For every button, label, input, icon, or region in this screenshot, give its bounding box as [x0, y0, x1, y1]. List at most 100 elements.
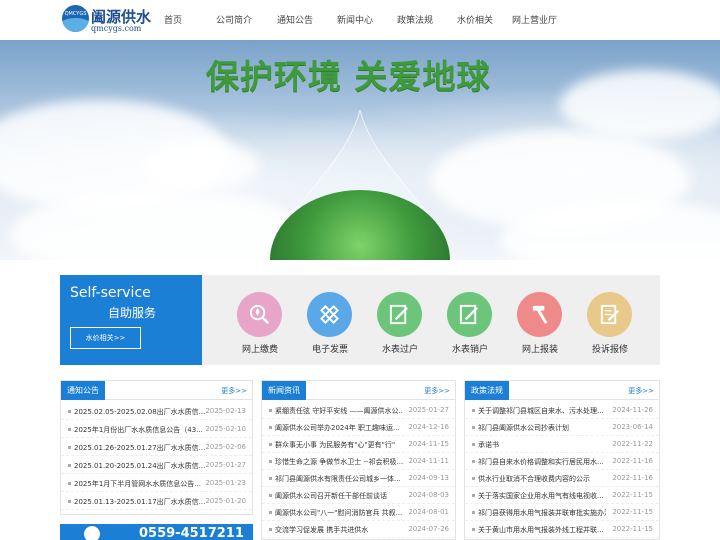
notice-more-link[interactable]: 更多>> [221, 386, 247, 396]
list-item-date: 2025-01-23 [205, 479, 246, 487]
list-item-date: 2024-12-16 [408, 423, 449, 431]
notice-panel: 通知公告 更多>> 2025.02.05-2025.02.08出厂水水质信...… [60, 380, 253, 515]
service-label: 水表过户 [381, 345, 418, 355]
list-item-title[interactable]: 阖源供水公司"八一"慰问消防官兵 共叙... [275, 508, 403, 518]
list-item-title[interactable]: 2025.01.26-2025.01.27出厂水水质信... [74, 443, 209, 453]
notice-panel-title: 通知公告 [61, 381, 105, 400]
list-item-title[interactable]: 祁门县阖源供水公司抄表计划 [478, 423, 606, 433]
list-item[interactable]: 珍惜生命之源 争做节水卫士 --祁会积极... 2024-11-11 [262, 453, 455, 470]
service-online-install[interactable]: 网上报装 [505, 292, 575, 362]
list-item-title[interactable]: 阖源供水公司举办2024年 职工趣味运... [275, 423, 403, 433]
list-item-title[interactable]: 珍惜生命之源 争做节水卫士 --祁会积极... [275, 457, 403, 467]
service-label: 水表销户 [451, 345, 488, 355]
list-item-title[interactable]: 群众事无小事 为民服务有"心"更有"行" [275, 440, 403, 450]
list-item[interactable]: 2025年1月下半月管网水水质信息公告... 2025-01-23 [61, 475, 252, 492]
list-item-date: 2025-02-06 [205, 443, 246, 451]
list-item-date: 2022-11-15 [612, 525, 653, 533]
list-item-title[interactable]: 2025.02.05-2025.02.08出厂水水质信... [74, 407, 209, 417]
list-item-title[interactable]: 祁门县自来水价格调整和实行居民用水... [478, 457, 606, 467]
water-logo-icon: QMCYGS [62, 5, 89, 32]
hotline-number: 0559-4517211 [139, 526, 244, 540]
self-service-title-cn: 自助服务 [108, 306, 157, 320]
search-drop-icon [237, 292, 282, 337]
list-item[interactable]: 关于落实国家企业用水用气有线电视收... 2022-11-15 [465, 487, 659, 504]
list-item-date: 2025-02-10 [205, 425, 246, 433]
list-item-title[interactable]: 供水行业取消不合理收费内容的公示 [478, 474, 606, 484]
self-service-header: Self-service 自助服务 水价相关>> [60, 275, 202, 365]
self-service-section: Self-service 自助服务 水价相关>> 网上缴费 电子发票 水表过户 … [60, 275, 660, 365]
list-item-title[interactable]: 阖源供水公司召开新任干部任前谈话 [275, 491, 403, 501]
hero-banner: 保护环境 关爱地球 [0, 40, 720, 260]
list-item-date: 2023-06-14 [612, 423, 653, 431]
list-item-title[interactable]: 关于黄山市用水用气报装外线工程并联... [478, 525, 606, 535]
service-complaint-repair[interactable]: 投诉报修 [575, 292, 645, 362]
list-item-title[interactable]: 2025.01.13-2025.01.17出厂水水质信... [74, 497, 209, 507]
list-item[interactable]: 交流学习促发展 携手共进供水 2024-07-26 [262, 521, 455, 538]
policy-panel: 政策法规 更多>> 关于调整祁门县城区自来水、污水处理... 2024-11-26… [464, 380, 660, 540]
list-item[interactable]: 阖源供水公司"八一"慰问消防官兵 共叙... 2024-08-01 [262, 504, 455, 521]
list-item-title[interactable]: 关于调整祁门县城区自来水、污水处理... [478, 406, 606, 416]
nav-about[interactable]: 公司简介 [216, 13, 252, 26]
list-item-date: 2025-01-20 [205, 497, 246, 505]
list-item[interactable]: 2025.01.13-2025.01.17出厂水水质信... 2025-01-20 [61, 493, 252, 510]
site-logo[interactable]: QMCYGS 阖源供水 qmcygs.com [62, 4, 152, 36]
document-edit-icon [447, 292, 492, 337]
list-item[interactable]: 2025年1月份出厂水水质信息公告（43... 2025-02-10 [61, 421, 252, 438]
policy-panel-title: 政策法规 [465, 381, 509, 400]
service-label: 投诉报修 [591, 345, 628, 355]
list-item-date: 2024-11-26 [612, 406, 653, 414]
list-item[interactable]: 2025.02.05-2025.02.08出厂水水质信... 2025-02-13 [61, 403, 252, 420]
service-meter-transfer[interactable]: 水表过户 [365, 292, 435, 362]
list-item[interactable]: 供水行业取消不合理收费内容的公示 2022-11-16 [465, 470, 659, 487]
list-item-title[interactable]: 2025年1月下半月管网水水质信息公告... [74, 479, 209, 489]
list-item-title[interactable]: 承诺书 [478, 440, 606, 450]
list-item[interactable]: 关于调整祁门县城区自来水、污水处理... 2024-11-26 [465, 402, 659, 419]
list-item[interactable]: 祁门县阖源供水有限责任公司城乡一体... 2024-09-13 [262, 470, 455, 487]
service-label: 网上缴费 [241, 345, 278, 355]
policy-more-link[interactable]: 更多>> [628, 386, 654, 396]
list-item-title[interactable]: 祁门县阖源供水有限责任公司城乡一体... [275, 474, 403, 484]
list-item[interactable]: 祁门县阖源供水公司抄表计划 2023-06-14 [465, 419, 659, 436]
nav-policy[interactable]: 政策法规 [397, 13, 433, 26]
list-item-date: 2024-08-01 [408, 508, 449, 516]
news-more-link[interactable]: 更多>> [424, 386, 450, 396]
service-hotline[interactable]: 0559-4517211 [60, 524, 253, 540]
document-edit-icon [377, 292, 422, 337]
list-item-title[interactable]: 祁门县获得用水用气报装并联审批实施办法 [478, 508, 606, 518]
service-e-invoice[interactable]: 电子发票 [295, 292, 365, 362]
list-item[interactable]: 祁门县自来水价格调整和实行居民用水... 2022-11-16 [465, 453, 659, 470]
nav-news[interactable]: 新闻中心 [337, 13, 373, 26]
list-item-date: 2022-11-16 [612, 474, 653, 482]
list-item-date: 2025-01-27 [408, 406, 449, 414]
phone-icon [84, 526, 100, 540]
list-item[interactable]: 2025.01.26-2025.01.27出厂水水质信... 2025-02-06 [61, 439, 252, 456]
service-meter-cancel[interactable]: 水表销户 [435, 292, 505, 362]
nav-home[interactable]: 首页 [164, 13, 182, 26]
note-edit-icon [587, 292, 632, 337]
list-item-title[interactable]: 关于落实国家企业用水用气有线电视收... [478, 491, 606, 501]
nav-notice[interactable]: 通知公告 [277, 13, 313, 26]
nav-water-price[interactable]: 水价相关 [457, 13, 493, 26]
list-item[interactable]: 2025.01.20-2025.01.24出厂水水质信... 2025-01-27 [61, 457, 252, 474]
nav-online-hall[interactable]: 网上营业厅 [512, 13, 557, 26]
list-item[interactable]: 阖源供水公司召开新任干部任前谈话 2024-08-03 [262, 487, 455, 504]
service-online-payment[interactable]: 网上缴费 [225, 292, 295, 362]
list-item-date: 2025-01-27 [205, 461, 246, 469]
water-price-button[interactable]: 水价相关>> [70, 327, 141, 349]
news-panel: 新闻资讯 更多>> 紧绷责任弦 守好平安线 ——阖源供水公... 2025-01-… [261, 380, 456, 540]
list-item-date: 2022-11-16 [612, 457, 653, 465]
logo-domain: qmcygs.com [91, 24, 142, 33]
list-item[interactable]: 祁门县获得用水用气报装并联审批实施办法 2022-11-15 [465, 504, 659, 521]
news-panel-title: 新闻资讯 [262, 381, 306, 400]
list-item-title[interactable]: 2025年1月份出厂水水质信息公告（43... [74, 425, 209, 435]
panel-header: 通知公告 更多>> [61, 381, 252, 400]
list-item[interactable]: 承诺书 2022-11-22 [465, 436, 659, 453]
list-item-title[interactable]: 紧绷责任弦 守好平安线 ——阖源供水公... [275, 406, 403, 416]
list-item[interactable]: 关于黄山市用水用气报装外线工程并联... 2022-11-15 [465, 521, 659, 538]
list-item[interactable]: 紧绷责任弦 守好平安线 ——阖源供水公... 2025-01-27 [262, 402, 455, 419]
list-item-date: 2024-08-03 [408, 491, 449, 499]
list-item-title[interactable]: 交流学习促发展 携手共进供水 [275, 525, 403, 535]
list-item[interactable]: 群众事无小事 为民服务有"心"更有"行" 2024-11-15 [262, 436, 455, 453]
list-item[interactable]: 阖源供水公司举办2024年 职工趣味运... 2024-12-16 [262, 419, 455, 436]
list-item-title[interactable]: 2025.01.20-2025.01.24出厂水水质信... [74, 461, 209, 471]
